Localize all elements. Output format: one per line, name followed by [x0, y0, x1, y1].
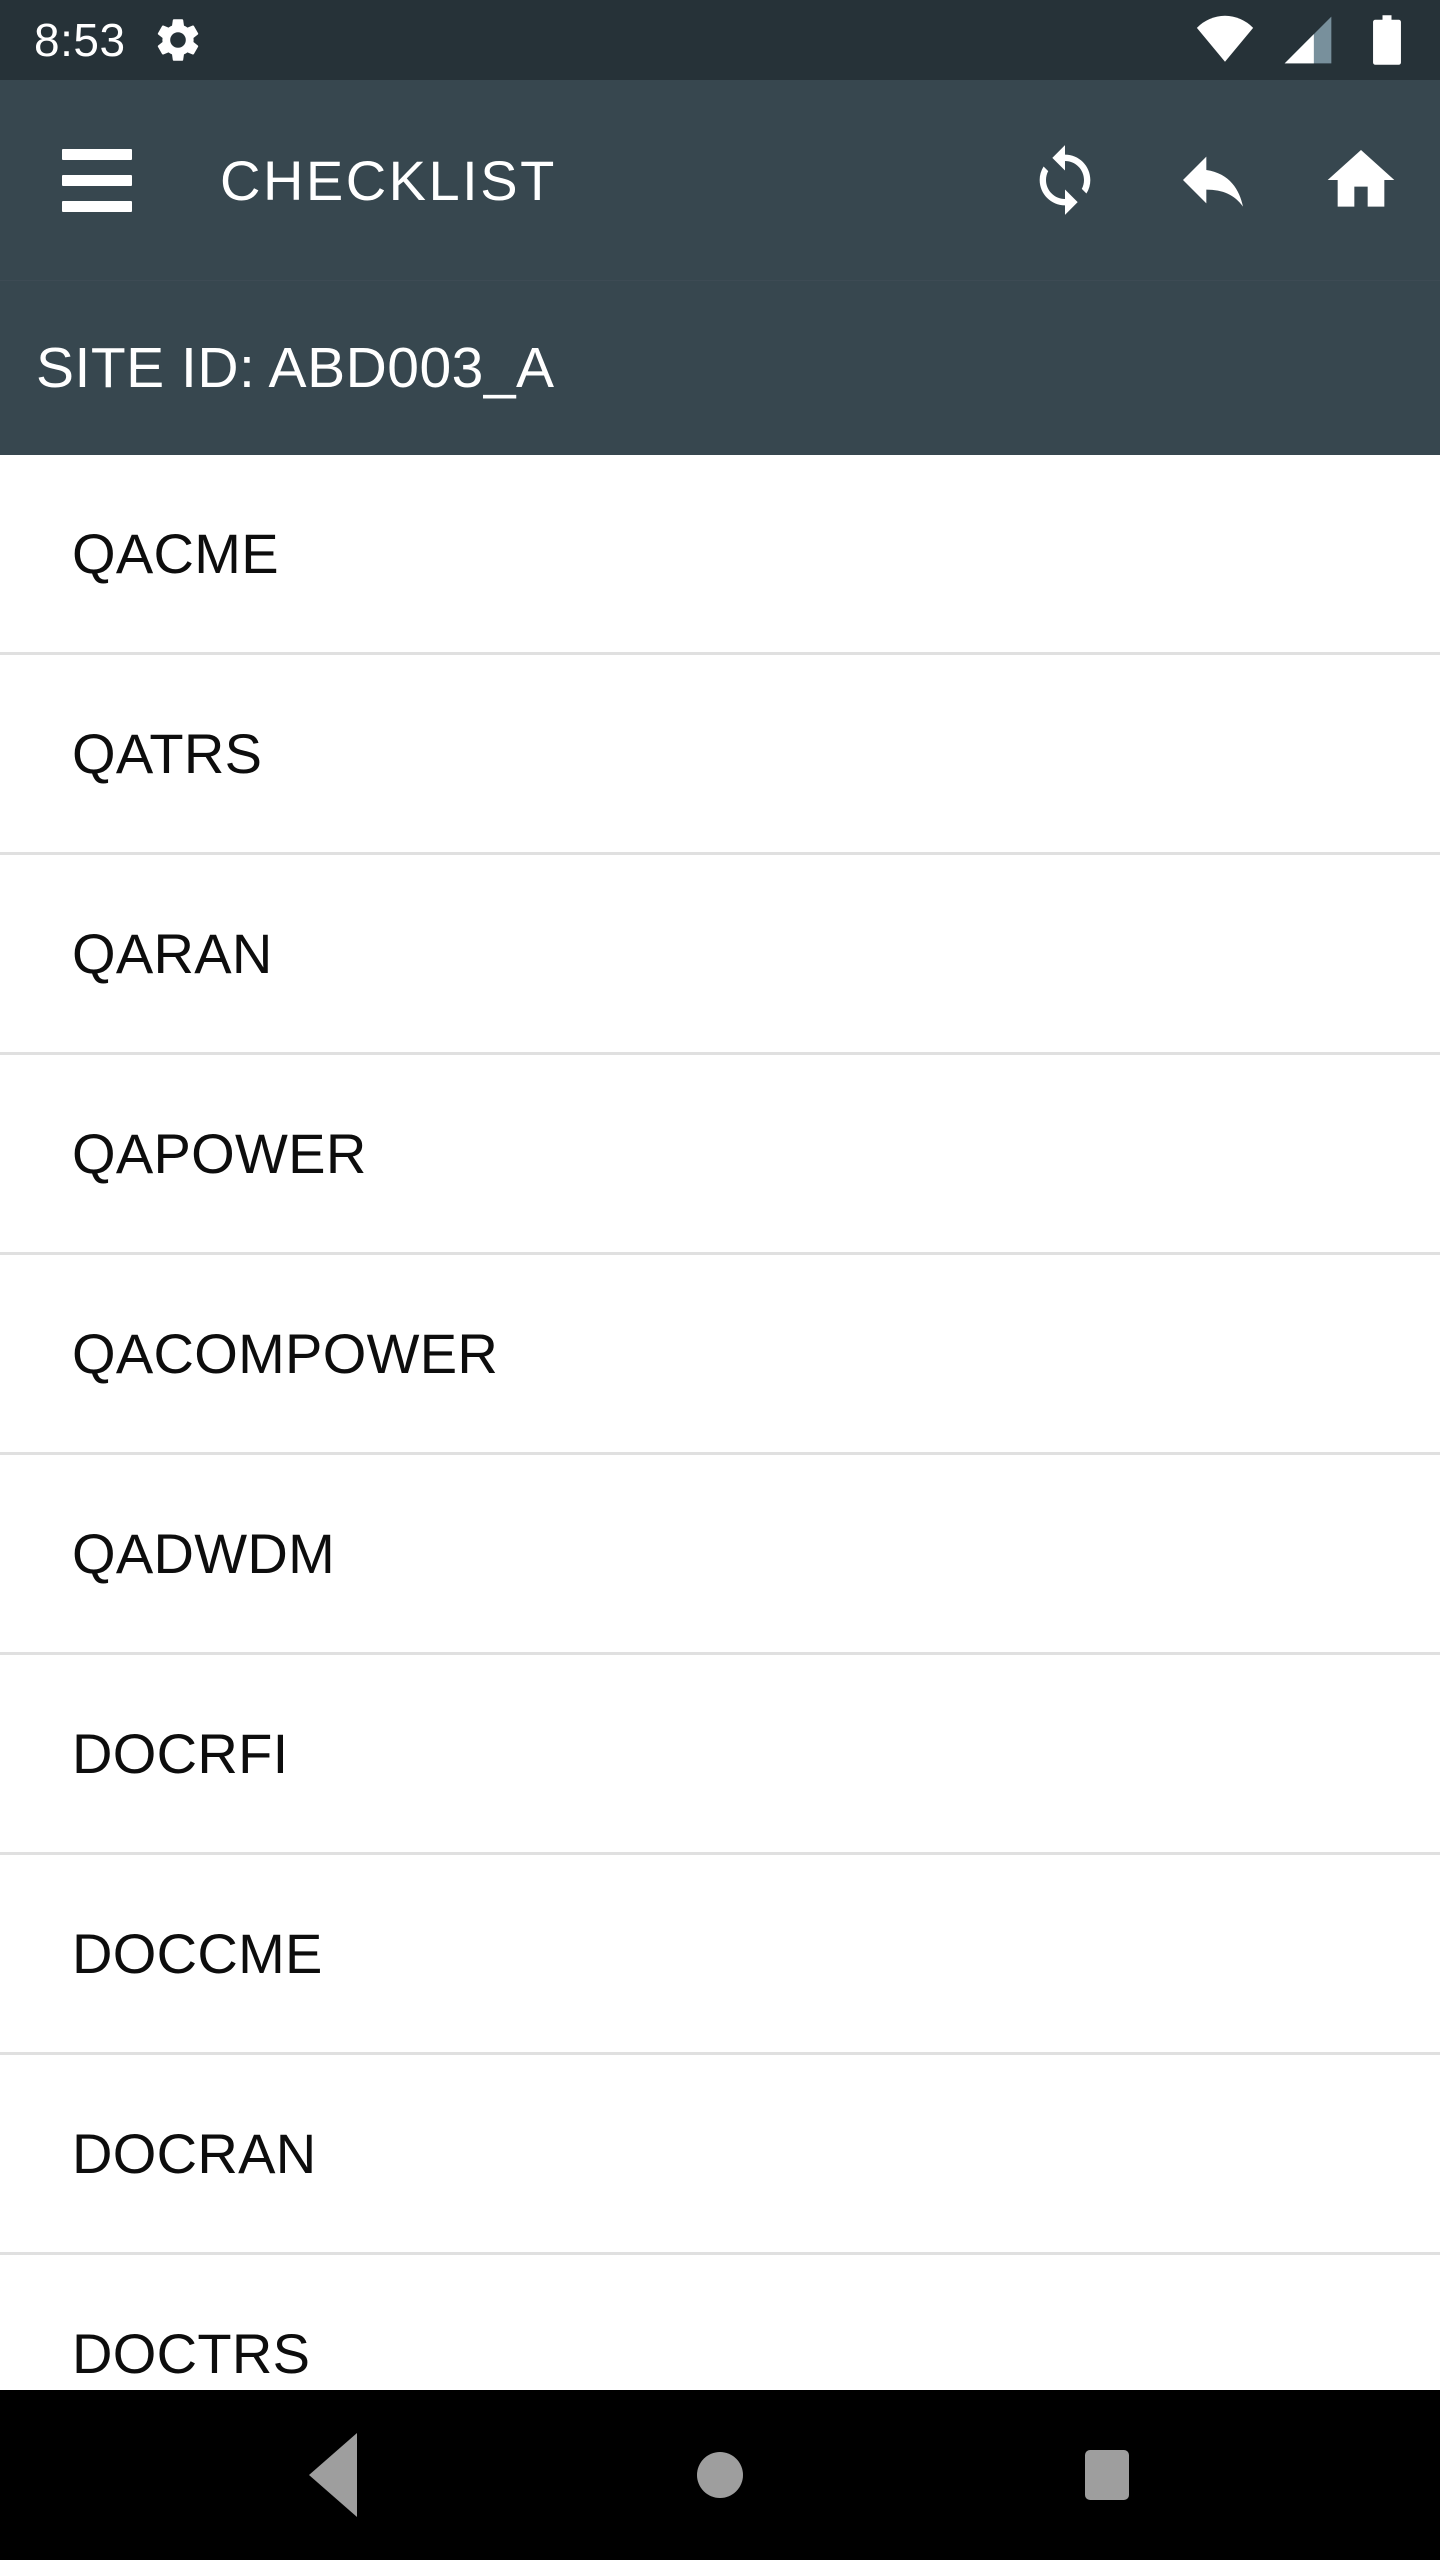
hamburger-bar-1	[62, 148, 132, 160]
hamburger-bar-3	[62, 200, 132, 212]
gear-icon	[152, 14, 204, 66]
list-item-label: QAPOWER	[72, 1122, 367, 1185]
nav-recents-icon	[1084, 2450, 1129, 2500]
list-item[interactable]: QAPOWER	[0, 1055, 1440, 1255]
list-item-label: DOCRAN	[72, 2122, 317, 2185]
cellular-signal-icon	[1280, 12, 1336, 68]
list-item[interactable]: QACOMPOWER	[0, 1255, 1440, 1455]
app-root: 8:53 CHECKLIST SITE ID: ABD003_A QACME Q…	[0, 0, 1440, 2560]
list-item-label: QATRS	[72, 722, 263, 785]
home-icon	[1321, 140, 1401, 220]
list-item-label: DOCTRS	[72, 2322, 311, 2385]
sync-button[interactable]	[1022, 137, 1108, 223]
status-bar-notification-icons	[152, 14, 204, 66]
status-bar-clock: 8:53	[34, 14, 126, 66]
list-item[interactable]: DOCRFI	[0, 1655, 1440, 1855]
nav-back-button[interactable]	[273, 2415, 393, 2535]
back-button[interactable]	[1170, 137, 1256, 223]
sync-icon	[1027, 142, 1103, 218]
list-item-label: QACME	[72, 522, 279, 585]
list-item[interactable]: DOCCME	[0, 1855, 1440, 2055]
reply-back-icon	[1173, 140, 1253, 220]
battery-full-icon	[1362, 13, 1412, 67]
wifi-icon	[1196, 11, 1254, 69]
list-item-label: QADWDM	[72, 1522, 336, 1585]
list-item[interactable]: DOCTRS	[0, 2255, 1440, 2390]
hamburger-menu-icon[interactable]	[62, 143, 136, 217]
list-item-label: DOCRFI	[72, 1722, 289, 1785]
toolbar-actions	[1022, 137, 1404, 223]
nav-recents-button[interactable]	[1047, 2415, 1167, 2535]
list-item-label: QACOMPOWER	[72, 1322, 499, 1385]
status-bar: 8:53	[0, 0, 1440, 80]
nav-home-button[interactable]	[660, 2415, 780, 2535]
site-id-label: SITE ID: ABD003_A	[36, 336, 555, 400]
list-item-label: QARAN	[72, 922, 273, 985]
list-item-label: DOCCME	[72, 1922, 323, 1985]
checklist-list[interactable]: QACME QATRS QARAN QAPOWER QACOMPOWER QADWDM DO…	[0, 455, 1440, 2390]
site-id-bar: SITE ID: ABD003_A	[0, 280, 1440, 455]
hamburger-bar-2	[62, 174, 132, 186]
list-item[interactable]: QARAN	[0, 855, 1440, 1055]
status-bar-system-icons	[1196, 11, 1412, 69]
android-navigation-bar	[0, 2390, 1440, 2560]
list-item[interactable]: QADWDM	[0, 1455, 1440, 1655]
nav-home-icon	[696, 2452, 743, 2498]
home-button[interactable]	[1318, 137, 1404, 223]
list-item[interactable]: QATRS	[0, 655, 1440, 855]
list-item[interactable]: DOCRAN	[0, 2055, 1440, 2255]
nav-back-icon	[309, 2433, 358, 2517]
page-title: CHECKLIST	[220, 148, 557, 212]
app-toolbar: CHECKLIST	[0, 80, 1440, 280]
list-item[interactable]: QACME	[0, 455, 1440, 655]
